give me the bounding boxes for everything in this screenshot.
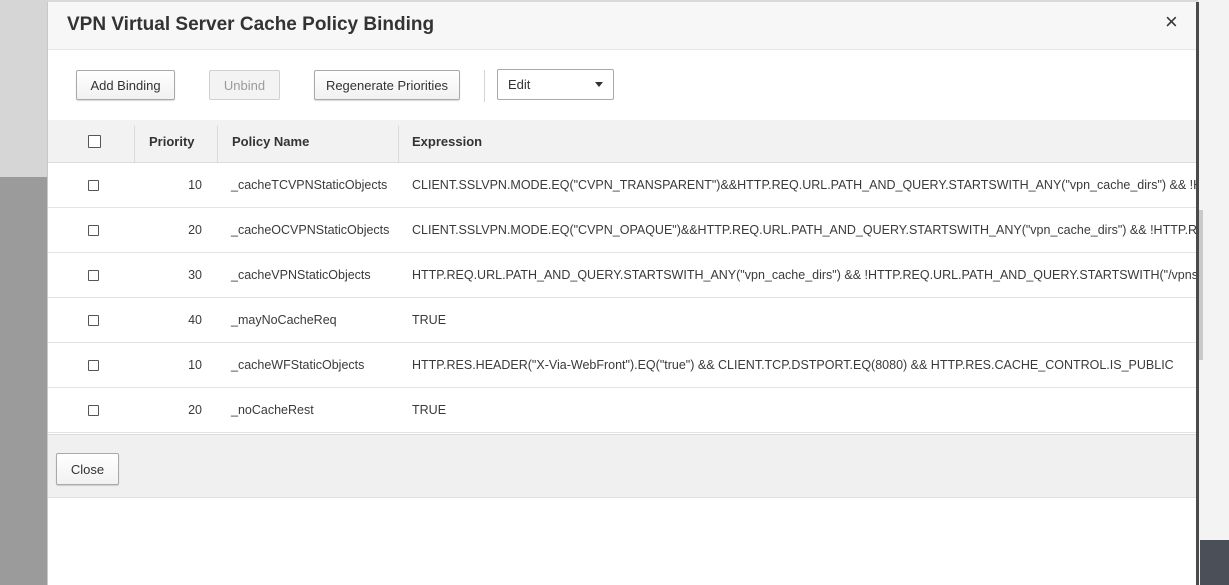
dialog-title: VPN Virtual Server Cache Policy Binding xyxy=(67,14,435,35)
column-header-policy-name[interactable]: Policy Name xyxy=(232,120,309,162)
row-checkbox-cell xyxy=(88,343,99,387)
row-policy-name: _mayNoCacheReq xyxy=(231,313,337,327)
row-checkbox[interactable] xyxy=(88,179,99,191)
row-policy-name: _cacheWFStaticObjects xyxy=(231,358,365,372)
row-checkbox-cell xyxy=(88,388,99,432)
table-row[interactable]: 20 _noCacheRest TRUE xyxy=(48,388,1198,433)
table-row[interactable]: 20 _cacheOCVPNStaticObjects CLIENT.SSLVP… xyxy=(48,208,1198,253)
toolbar-divider xyxy=(484,70,485,102)
column-divider xyxy=(134,126,135,162)
add-binding-button[interactable]: Add Binding xyxy=(76,70,175,100)
close-icon[interactable]: × xyxy=(1165,10,1178,34)
row-checkbox[interactable] xyxy=(88,404,99,416)
row-expression: TRUE xyxy=(412,403,447,417)
table-row[interactable]: 10 _cacheTCVPNStaticObjects CLIENT.SSLVP… xyxy=(48,163,1198,208)
table-row[interactable]: 40 _mayNoCacheReq TRUE xyxy=(48,298,1198,343)
row-priority: 10 xyxy=(188,178,202,192)
dialog-header: VPN Virtual Server Cache Policy Binding … xyxy=(48,2,1198,50)
regenerate-priorities-button[interactable]: Regenerate Priorities xyxy=(314,70,460,100)
table-row[interactable]: 10 _cacheWFStaticObjects HTTP.RES.HEADER… xyxy=(48,343,1198,388)
edit-select[interactable]: Edit xyxy=(497,69,614,100)
table-row[interactable]: 30 _cacheVPNStaticObjects HTTP.REQ.URL.P… xyxy=(48,253,1198,298)
row-expression: CLIENT.SSLVPN.MODE.EQ("CVPN_OPAQUE")&&HT… xyxy=(412,223,1198,237)
row-priority: 20 xyxy=(188,403,202,417)
row-checkbox-cell xyxy=(88,298,99,342)
backdrop-left-overlay xyxy=(0,177,48,585)
chevron-down-icon xyxy=(595,82,603,87)
column-header-expression[interactable]: Expression xyxy=(412,120,482,162)
row-checkbox[interactable] xyxy=(88,224,99,236)
row-expression: CLIENT.SSLVPN.MODE.EQ("CVPN_TRANSPARENT"… xyxy=(412,178,1198,192)
bindings-table: Priority Policy Name Expression 10 _cach… xyxy=(48,120,1198,434)
row-priority: 40 xyxy=(188,313,202,327)
row-checkbox-cell xyxy=(88,208,99,252)
row-priority: 10 xyxy=(188,358,202,372)
row-priority: 20 xyxy=(188,223,202,237)
row-expression: HTTP.REQ.URL.PATH_AND_QUERY.STARTSWITH_A… xyxy=(412,268,1198,282)
edit-select-value: Edit xyxy=(508,77,531,92)
row-policy-name: _cacheOCVPNStaticObjects xyxy=(231,223,390,237)
row-priority: 30 xyxy=(188,268,202,282)
row-checkbox-cell xyxy=(88,163,99,207)
backdrop-right-corner xyxy=(1200,540,1229,585)
column-header-priority[interactable]: Priority xyxy=(149,120,195,162)
table-header: Priority Policy Name Expression xyxy=(48,120,1198,163)
row-policy-name: _cacheTCVPNStaticObjects xyxy=(231,178,388,192)
row-expression: TRUE xyxy=(412,313,447,327)
column-divider xyxy=(217,126,218,162)
toolbar: Add Binding Unbind Regenerate Priorities… xyxy=(48,50,1198,122)
dialog-footer: Close xyxy=(48,434,1198,498)
cache-policy-binding-dialog: VPN Virtual Server Cache Policy Binding … xyxy=(47,2,1198,585)
column-divider xyxy=(398,126,399,162)
row-policy-name: _cacheVPNStaticObjects xyxy=(231,268,371,282)
row-checkbox-cell xyxy=(88,253,99,297)
backdrop-left-panel xyxy=(0,0,48,177)
unbind-button[interactable]: Unbind xyxy=(209,70,280,100)
row-checkbox[interactable] xyxy=(88,269,99,281)
scrollbar-thumb[interactable] xyxy=(1199,210,1203,360)
close-button[interactable]: Close xyxy=(56,453,119,485)
select-all-cell xyxy=(88,120,102,162)
row-checkbox[interactable] xyxy=(88,359,99,371)
row-expression: HTTP.RES.HEADER("X-Via-WebFront").EQ("tr… xyxy=(412,358,1174,372)
select-all-checkbox[interactable] xyxy=(88,134,101,148)
row-policy-name: _noCacheRest xyxy=(231,403,314,417)
row-checkbox[interactable] xyxy=(88,314,99,326)
